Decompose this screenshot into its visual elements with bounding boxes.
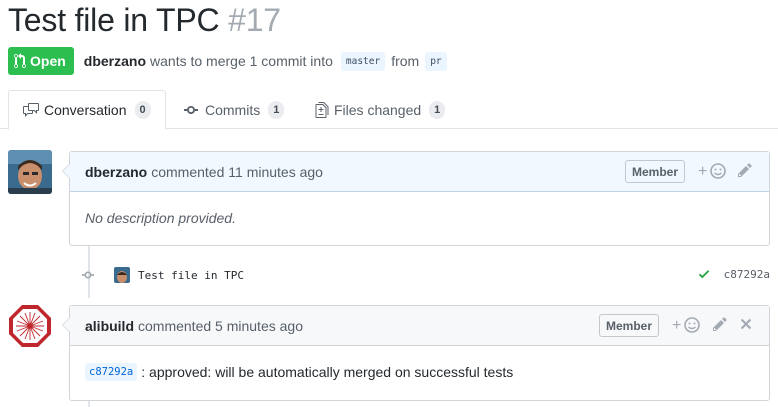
- role-badge: Member: [625, 160, 686, 183]
- head-branch[interactable]: pr: [425, 51, 447, 71]
- commit-sha-link[interactable]: c87292a: [724, 268, 770, 281]
- comment-caret: [63, 163, 71, 179]
- timeline-commit: Test file in TPC c87292a: [80, 263, 770, 287]
- avatar[interactable]: [8, 150, 52, 194]
- pr-author-link[interactable]: dberzano: [84, 53, 146, 69]
- add-reaction-button[interactable]: +: [698, 162, 728, 180]
- comment-header: alibuild commented 5 minutes ago Member …: [62, 306, 769, 346]
- add-reaction-icon: +: [672, 317, 700, 334]
- tab-files-changed-count: 1: [429, 100, 446, 119]
- pr-title-text: Test file in TPC: [8, 2, 220, 38]
- from-text: from: [391, 53, 420, 69]
- pencil-icon: [713, 317, 727, 331]
- state-badge: Open: [8, 47, 74, 75]
- comment-box: dberzano commented 11 minutes ago Member…: [62, 151, 770, 246]
- tab-files-changed-label: Files changed: [334, 101, 422, 118]
- pull-request-icon: [14, 53, 26, 69]
- comment-body: No description provided.: [70, 192, 769, 244]
- tab-commits[interactable]: Commits 1: [170, 90, 298, 129]
- pr-number: #17: [228, 2, 281, 38]
- state-label: Open: [30, 53, 66, 69]
- avatar[interactable]: [8, 304, 52, 348]
- comment-author[interactable]: alibuild: [85, 318, 134, 334]
- comment-header: dberzano commented 11 minutes ago Member…: [62, 152, 769, 192]
- tab-conversation-count: 0: [134, 101, 151, 119]
- commit-message[interactable]: Test file in TPC: [138, 269, 244, 282]
- edit-comment-button[interactable]: [712, 316, 728, 332]
- tab-commits-label: Commits: [205, 101, 261, 118]
- comment-body: c87292a : approved: will be automaticall…: [70, 346, 769, 398]
- svg-text:+: +: [672, 317, 681, 334]
- comment-timestamp[interactable]: commented 11 minutes ago: [151, 164, 323, 180]
- tab-commits-count: 1: [268, 100, 285, 119]
- git-commit-icon: [184, 105, 198, 114]
- role-badge: Member: [599, 314, 660, 337]
- add-reaction-button[interactable]: +: [672, 316, 702, 334]
- comment-caret: [63, 317, 71, 333]
- add-reaction-icon: +: [698, 163, 726, 180]
- pr-tabs: Conversation 0 Commits 1 Files changed 1: [0, 90, 778, 130]
- file-diff-icon: [315, 101, 329, 118]
- tab-conversation[interactable]: Conversation 0: [8, 90, 166, 130]
- close-icon: [740, 318, 752, 330]
- pr-title: Test file in TPC #17: [8, 2, 281, 39]
- tab-files-changed[interactable]: Files changed 1: [301, 90, 459, 129]
- git-commit-icon: [81, 271, 95, 279]
- edit-comment-button[interactable]: [737, 162, 753, 178]
- pencil-icon: [738, 163, 752, 177]
- comment-body-text: : approved: will be automatically merged…: [141, 364, 514, 380]
- delete-comment-button[interactable]: [740, 316, 752, 332]
- comment-timestamp[interactable]: commented 5 minutes ago: [138, 318, 303, 334]
- comment-box: alibuild commented 5 minutes ago Member …: [62, 305, 770, 401]
- pr-summary-text: wants to merge 1 commit into: [150, 53, 333, 69]
- check-icon[interactable]: [698, 267, 710, 286]
- svg-text:+: +: [698, 163, 707, 180]
- base-branch[interactable]: master: [340, 51, 386, 71]
- tab-conversation-label: Conversation: [44, 102, 127, 118]
- commit-author-avatar[interactable]: [114, 267, 130, 283]
- timeline-line: [88, 400, 90, 407]
- comment-body-text: No description provided.: [85, 210, 236, 226]
- comment-discussion-icon: [23, 103, 39, 117]
- pr-meta: Open dberzano wants to merge 1 commit in…: [8, 47, 451, 75]
- commit-sha-link[interactable]: c87292a: [85, 363, 138, 381]
- comment-author[interactable]: dberzano: [85, 164, 147, 180]
